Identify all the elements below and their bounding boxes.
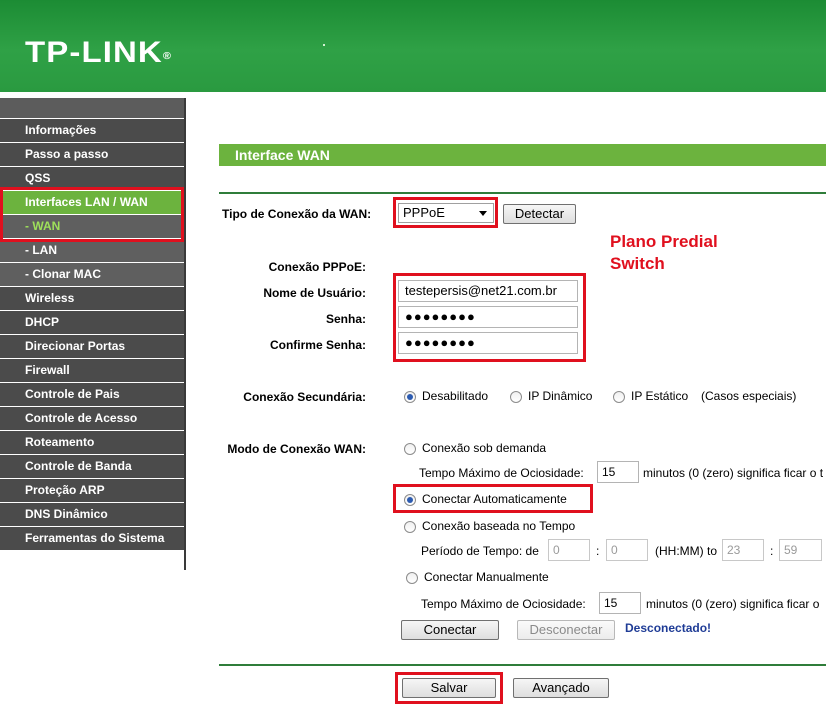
sidebar-item-dns-dinamico[interactable]: DNS Dinâmico — [0, 503, 184, 527]
header-banner: TP-LINK® — [0, 0, 826, 92]
connection-type-select[interactable]: PPPoE — [398, 203, 494, 223]
period-to-hour-input[interactable]: 23 — [722, 539, 764, 561]
period-format-label: (HH:MM) to — [655, 544, 717, 558]
connection-type-value: PPPoE — [403, 205, 445, 220]
sidebar-item-wan[interactable]: - WAN — [0, 215, 184, 239]
period-from-hour-input[interactable]: 0 — [548, 539, 590, 561]
idle-time-input[interactable]: 15 — [597, 461, 639, 483]
manual-connect-label: Conectar Manualmente — [424, 570, 549, 584]
annotation-line-1: Plano Predial — [610, 232, 718, 251]
period-from-minute-input[interactable]: 0 — [606, 539, 648, 561]
time-based-label: Conexão baseada no Tempo — [422, 519, 576, 533]
idle-time-2-note: minutos (0 (zero) significa ficar o — [646, 597, 820, 611]
time-based-radio[interactable] — [404, 521, 416, 533]
section-divider-top — [219, 192, 826, 194]
save-button[interactable]: Salvar — [402, 678, 496, 698]
connection-type-label: Tipo de Conexão da WAN: — [222, 207, 372, 221]
confirm-password-input[interactable]: ●●●●●●●● — [398, 332, 578, 354]
idle-time-2-label: Tempo Máximo de Ociosidade: — [421, 597, 586, 611]
chevron-down-icon — [479, 211, 487, 216]
on-demand-label: Conexão sob demanda — [422, 441, 547, 455]
idle-time-label: Tempo Máximo de Ociosidade: — [419, 466, 584, 480]
secondary-static-ip-radio[interactable] — [613, 391, 625, 403]
sidebar-item-clonar-mac[interactable]: - Clonar MAC — [0, 263, 184, 287]
advanced-button[interactable]: Avançado — [513, 678, 609, 698]
sidebar-item-direcionar-portas[interactable]: Direcionar Portas — [0, 335, 184, 359]
connection-status: Desconectado! — [625, 621, 712, 635]
sidebar-item-passo-a-passo[interactable]: Passo a passo — [0, 143, 184, 167]
annotation-text: Plano Predial Switch — [610, 231, 718, 275]
secondary-disabled-radio[interactable] — [404, 391, 416, 403]
sidebar-item-qss[interactable]: QSS — [0, 167, 184, 191]
period-to-minute-input[interactable]: 59 — [779, 539, 822, 561]
secondary-disabled-label: Desabilitado — [422, 389, 489, 403]
section-title-bar: Interface WAN — [219, 144, 826, 166]
sidebar-item-controle-de-pais[interactable]: Controle de Pais — [0, 383, 184, 407]
sidebar-item-firewall[interactable]: Firewall — [0, 359, 184, 383]
sidebar-item-dhcp[interactable]: DHCP — [0, 311, 184, 335]
period-from-colon: : — [596, 544, 600, 558]
idle-time-2-input[interactable]: 15 — [599, 592, 641, 614]
secondary-note: (Casos especiais) — [701, 389, 797, 403]
secondary-connection-label: Conexão Secundária: — [243, 390, 366, 404]
annotation-line-2: Switch — [610, 254, 665, 273]
idle-time-note: minutos (0 (zero) significa ficar o t — [643, 466, 824, 480]
password-label: Senha: — [325, 312, 366, 326]
router-admin-page: { "header": { "brand": "TP-LINK", "regis… — [0, 0, 826, 711]
sidebar-item-ferramentas-do-sistema[interactable]: Ferramentas do Sistema — [0, 527, 184, 551]
sidebar-item-wireless[interactable]: Wireless — [0, 287, 184, 311]
period-to-colon: : — [770, 544, 774, 558]
sidebar-divider — [184, 98, 186, 570]
on-demand-radio[interactable] — [404, 443, 416, 455]
sidebar-item-controle-de-banda[interactable]: Controle de Banda — [0, 455, 184, 479]
secondary-dynamic-ip-radio[interactable] — [510, 391, 522, 403]
page-title: Interface WAN — [235, 147, 330, 163]
secondary-dynamic-ip-label: IP Dinâmico — [528, 389, 593, 403]
header-dot — [323, 44, 325, 46]
manual-connect-radio[interactable] — [406, 572, 418, 584]
password-input[interactable]: ●●●●●●●● — [398, 306, 578, 328]
detect-button[interactable]: Detectar — [503, 204, 576, 224]
sidebar-item-protecao-arp[interactable]: Proteção ARP — [0, 479, 184, 503]
sidebar-top-bar — [0, 98, 184, 118]
sidebar-menu: Informações Passo a passo QSS Interfaces LA… — [0, 119, 184, 551]
username-label: Nome de Usuário: — [263, 286, 366, 300]
connect-button[interactable]: Conectar — [401, 620, 499, 640]
brand-logo: TP-LINK® — [25, 36, 171, 69]
auto-connect-radio[interactable] — [404, 494, 416, 506]
sidebar-item-informacoes[interactable]: Informações — [0, 119, 184, 143]
pppoe-section-label: Conexão PPPoE: — [268, 260, 366, 274]
section-divider-bottom — [219, 664, 826, 666]
disconnect-button[interactable]: Desconectar — [517, 620, 615, 640]
username-input[interactable]: testepersis@net21.com.br — [398, 280, 578, 302]
sidebar-item-roteamento[interactable]: Roteamento — [0, 431, 184, 455]
secondary-static-ip-label: IP Estático — [631, 389, 689, 403]
wan-mode-label: Modo de Conexão WAN: — [227, 442, 366, 456]
sidebar-item-lan[interactable]: - LAN — [0, 239, 184, 263]
sidebar-item-interfaces-lan-wan[interactable]: Interfaces LAN / WAN — [0, 191, 184, 215]
period-label: Período de Tempo: de — [421, 544, 539, 558]
confirm-password-label: Confirme Senha: — [269, 338, 366, 352]
sidebar-item-controle-de-acesso[interactable]: Controle de Acesso — [0, 407, 184, 431]
auto-connect-label: Conectar Automaticamente — [422, 492, 567, 506]
